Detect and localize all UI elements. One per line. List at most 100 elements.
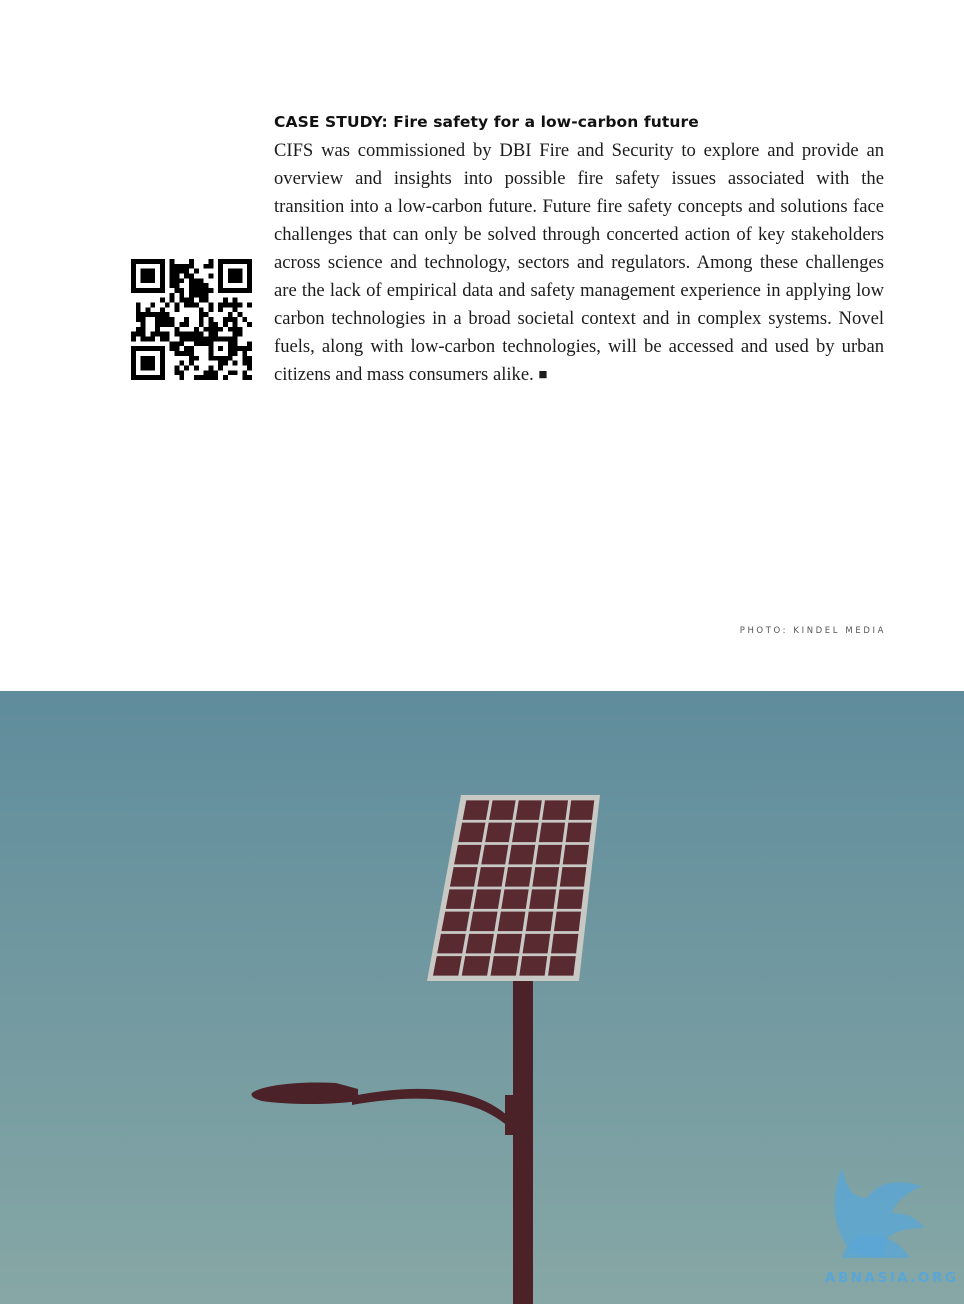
- qr-module: [169, 278, 175, 284]
- case-study-heading: CASE STUDY: Fire safety for a low-carbon…: [274, 113, 699, 131]
- qr-module: [247, 360, 252, 366]
- qr-module: [193, 302, 199, 308]
- qr-module: [198, 321, 204, 327]
- qr-module: [193, 292, 199, 298]
- qr-module: [164, 317, 170, 322]
- panel-cell: [445, 889, 474, 909]
- qr-module: [189, 259, 194, 264]
- qr-module: [222, 297, 228, 303]
- qr-module: [174, 370, 180, 376]
- qr-module: [184, 273, 190, 279]
- qr-module: [184, 350, 190, 356]
- qr-module: [232, 317, 238, 322]
- qr-module: [193, 375, 199, 380]
- qr-module: [193, 278, 199, 284]
- qr-module: [174, 346, 180, 351]
- qr-module: [198, 283, 204, 289]
- qr-module: [232, 321, 238, 327]
- panel-cell: [490, 956, 519, 976]
- qr-module: [218, 302, 223, 308]
- qr-module: [227, 370, 233, 376]
- qr-module: [193, 283, 199, 289]
- qr-module: [203, 375, 209, 380]
- qr-module: [145, 307, 151, 313]
- pole: [513, 981, 533, 1304]
- qr-module: [160, 321, 165, 327]
- panel-cell: [512, 822, 539, 843]
- qr-module: [160, 317, 165, 322]
- qr-module: [237, 302, 243, 308]
- qr-module: [179, 341, 185, 347]
- qr-module: [179, 321, 185, 327]
- qr-module: [174, 278, 180, 284]
- case-study: CASE STUDY: Fire safety for a low-carbon…: [274, 113, 884, 389]
- qr-module: [237, 346, 243, 351]
- qr-module: [169, 263, 175, 269]
- qr-module: [247, 375, 252, 380]
- qr-module: [208, 365, 214, 371]
- qr-module: [160, 336, 165, 342]
- qr-module: [174, 326, 180, 332]
- qr-module: [164, 331, 170, 337]
- qr-module: [189, 278, 194, 284]
- qr-module: [189, 273, 194, 279]
- qr-module: [208, 263, 214, 269]
- qr-module: [198, 288, 204, 293]
- qr-module: [208, 302, 214, 308]
- qr-module: [174, 331, 180, 337]
- panel-cell: [532, 867, 560, 887]
- qr-module: [179, 331, 185, 337]
- qr-module: [160, 312, 165, 318]
- qr-code-icon[interactable]: [131, 259, 252, 380]
- qr-module: [179, 263, 185, 269]
- qr-module: [135, 302, 141, 308]
- qr-module: [203, 326, 209, 332]
- qr-module: [242, 375, 248, 380]
- qr-module: [150, 331, 156, 337]
- qr-module: [135, 307, 141, 313]
- qr-module: [131, 336, 136, 342]
- qr-module: [131, 331, 136, 337]
- panel-cell: [565, 822, 592, 843]
- qr-module: [242, 346, 248, 351]
- panel-cell: [525, 911, 554, 932]
- qr-module: [232, 346, 238, 351]
- panel-cell: [432, 956, 462, 976]
- panel-cell: [441, 911, 470, 932]
- qr-module: [247, 355, 252, 361]
- qr-module: [179, 268, 185, 274]
- qr-module: [208, 288, 214, 293]
- qr-module: [160, 331, 165, 337]
- qr-module: [189, 283, 194, 289]
- qr-module: [237, 312, 243, 318]
- qr-module: [208, 307, 214, 313]
- qr-module: [222, 360, 228, 366]
- qr-module: [222, 317, 228, 322]
- qr-module: [198, 312, 204, 318]
- qr-module: [242, 355, 248, 361]
- qr-module: [198, 278, 204, 284]
- panel-cell: [449, 867, 478, 887]
- qr-module: [237, 331, 243, 337]
- panel-cell: [556, 889, 584, 909]
- qr-module: [169, 341, 175, 347]
- qr-module: [179, 375, 185, 380]
- qr-module: [218, 360, 223, 366]
- qr-module: [174, 302, 180, 308]
- qr-module: [155, 321, 161, 327]
- panel-cell: [501, 889, 529, 909]
- qr-module: [193, 331, 199, 337]
- qr-module: [189, 302, 194, 308]
- qr-module: [169, 321, 175, 327]
- qr-module: [193, 268, 199, 274]
- qr-module: [179, 350, 185, 356]
- qr-module: [140, 312, 146, 318]
- panel-cell: [519, 956, 548, 976]
- qr-module: [198, 341, 204, 347]
- panel-cell: [504, 867, 532, 887]
- qr-module: [150, 312, 156, 318]
- panel-cell: [553, 911, 582, 932]
- qr-module: [208, 259, 214, 264]
- qr-module: [203, 297, 209, 303]
- panel-cell: [497, 911, 526, 932]
